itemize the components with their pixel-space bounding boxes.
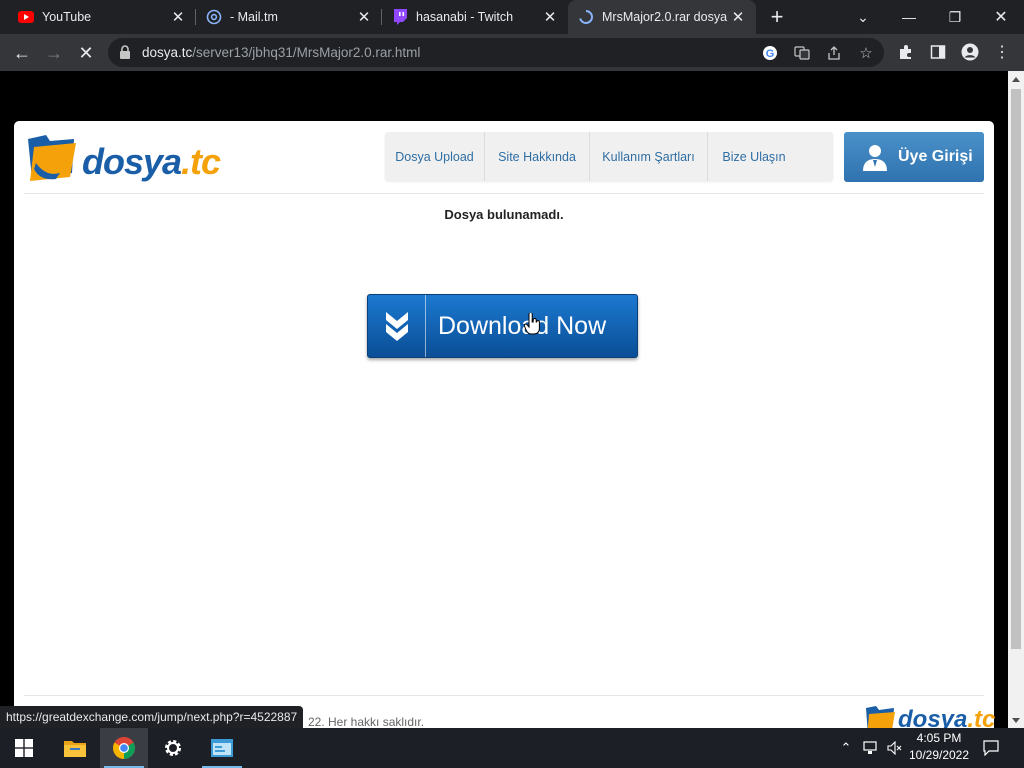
window-app-icon — [211, 739, 233, 757]
tab-mail[interactable]: - Mail.tm ✕ — [196, 0, 382, 34]
download-label: Download Now — [438, 311, 607, 340]
scrollbar-thumb[interactable] — [1011, 89, 1021, 649]
system-clock[interactable]: 4:05 PM 10/29/2022 — [902, 730, 976, 764]
nav-bize-ulasin[interactable]: Bize Ulaşın — [708, 132, 800, 181]
double-chevron-down-icon — [368, 295, 426, 357]
scroll-down-arrow-icon[interactable] — [1012, 718, 1020, 723]
tab-title: hasanabi - Twitch — [416, 10, 514, 24]
logo-text: dosya.tc — [898, 706, 995, 728]
close-window-button[interactable]: ✕ — [978, 0, 1024, 34]
start-button[interactable] — [0, 728, 48, 768]
close-tab-icon[interactable]: ✕ — [730, 9, 746, 26]
folder-icon — [64, 741, 86, 757]
logo-main: dosya — [82, 141, 182, 182]
translate-icon[interactable] — [794, 45, 810, 61]
logo-suffix: .tc — [181, 141, 221, 182]
url-path: /server13/jbhq31/MrsMajor2.0.rar.html — [192, 45, 421, 60]
forward-button[interactable]: → — [40, 39, 68, 67]
youtube-icon — [18, 9, 34, 25]
divider — [24, 193, 984, 194]
link-status-bubble: https://greatdexchange.com/jump/next.php… — [0, 706, 304, 728]
minimize-button[interactable]: — — [886, 0, 932, 34]
gear-icon — [165, 740, 181, 756]
login-label: Üye Girişi — [898, 148, 973, 165]
main-nav: Dosya Upload Site Hakkında Kullanım Şart… — [385, 132, 833, 181]
hand-cursor-icon — [524, 313, 540, 335]
back-button[interactable]: ← — [8, 39, 36, 67]
scroll-up-arrow-icon[interactable] — [1012, 77, 1020, 82]
chrome-button[interactable] — [100, 728, 148, 768]
restore-button[interactable]: ❐ — [932, 0, 978, 34]
copyright-text: 22. Her hakkı saklıdır. — [308, 715, 425, 728]
nav-dosya-upload[interactable]: Dosya Upload — [385, 132, 485, 181]
new-tab-button[interactable]: + — [764, 4, 790, 30]
footer-logo[interactable]: dosya.tc — [864, 704, 995, 728]
logo-text: dosya.tc — [82, 141, 221, 183]
page-viewport: dosya.tc Dosya Upload Site Hakkında Kull… — [0, 71, 1008, 728]
page-scrollbar[interactable] — [1008, 71, 1024, 728]
browser-toolbar: ← → ✕ dosya.tc/server13/jbhq31/MrsMajor2… — [0, 34, 1024, 71]
divider — [24, 695, 984, 696]
site-logo[interactable]: dosya.tc — [26, 133, 221, 183]
settings-button[interactable] — [149, 728, 197, 768]
tab-title: YouTube — [42, 10, 92, 24]
file-not-found-message: Dosya bulunamadı. — [444, 207, 564, 222]
tab-dosya[interactable]: MrsMajor2.0.rar dosya ✕ — [568, 0, 756, 34]
tab-strip: YouTube ✕ - Mail.tm ✕ hasanabi - Twitch … — [0, 0, 1024, 34]
page-card: dosya.tc Dosya Upload Site Hakkında Kull… — [14, 121, 995, 728]
tab-youtube[interactable]: YouTube ✕ — [8, 0, 196, 34]
tab-title: MrsMajor2.0.rar dosya — [602, 10, 728, 24]
network-icon[interactable] — [860, 728, 882, 768]
file-explorer-button[interactable] — [51, 728, 99, 768]
clock-time: 4:05 PM — [916, 731, 962, 745]
at-sign-icon — [206, 9, 222, 25]
show-hidden-icons-chevron-icon[interactable]: ⌃ — [836, 728, 856, 768]
logo-suffix: .tc — [967, 706, 996, 728]
login-button[interactable]: Üye Girişi — [844, 132, 984, 182]
folder-logo-icon — [28, 135, 76, 181]
tab-twitch[interactable]: hasanabi - Twitch ✕ — [382, 0, 568, 34]
nav-site-hakkinda[interactable]: Site Hakkında — [485, 132, 590, 181]
loading-spinner-icon — [578, 9, 594, 25]
profile-icon[interactable] — [961, 43, 979, 61]
clock-date: 10/29/2022 — [908, 748, 970, 762]
nav-kullanim-sartlari[interactable]: Kullanım Şartları — [590, 132, 708, 181]
windows-taskbar: ⌃ 4:05 PM 10/29/2022 — [0, 728, 1024, 768]
url-domain: dosya.tc — [142, 45, 193, 60]
lock-icon[interactable] — [118, 45, 132, 59]
tab-search-icon[interactable]: ⌄ — [840, 0, 886, 34]
notifications-icon[interactable] — [980, 728, 1002, 768]
google-icon[interactable]: G — [762, 45, 778, 61]
address-bar[interactable]: dosya.tc/server13/jbhq31/MrsMajor2.0.rar… — [108, 38, 884, 67]
twitch-icon — [392, 9, 408, 25]
extensions-icon[interactable] — [897, 43, 915, 61]
share-icon[interactable] — [826, 45, 842, 61]
close-tab-icon[interactable]: ✕ — [542, 9, 558, 26]
close-tab-icon[interactable]: ✕ — [170, 9, 186, 26]
control-panel-button[interactable] — [198, 728, 246, 768]
user-icon — [863, 145, 887, 171]
bookmark-star-icon[interactable]: ☆ — [858, 45, 874, 62]
logo-main: dosya — [898, 706, 968, 728]
folder-logo-icon — [866, 706, 895, 728]
tab-title: - Mail.tm — [230, 10, 278, 24]
stop-loading-button[interactable]: ✕ — [72, 39, 100, 67]
side-panel-icon[interactable] — [929, 43, 947, 61]
download-now-button[interactable]: Download Now — [367, 294, 638, 358]
url-text: dosya.tc/server13/jbhq31/MrsMajor2.0.rar… — [142, 45, 420, 60]
close-tab-icon[interactable]: ✕ — [356, 9, 372, 26]
chrome-icon — [113, 737, 135, 759]
menu-icon[interactable]: ⋮ — [993, 43, 1011, 61]
windows-icon — [15, 739, 33, 757]
svg-text:G: G — [766, 48, 775, 60]
